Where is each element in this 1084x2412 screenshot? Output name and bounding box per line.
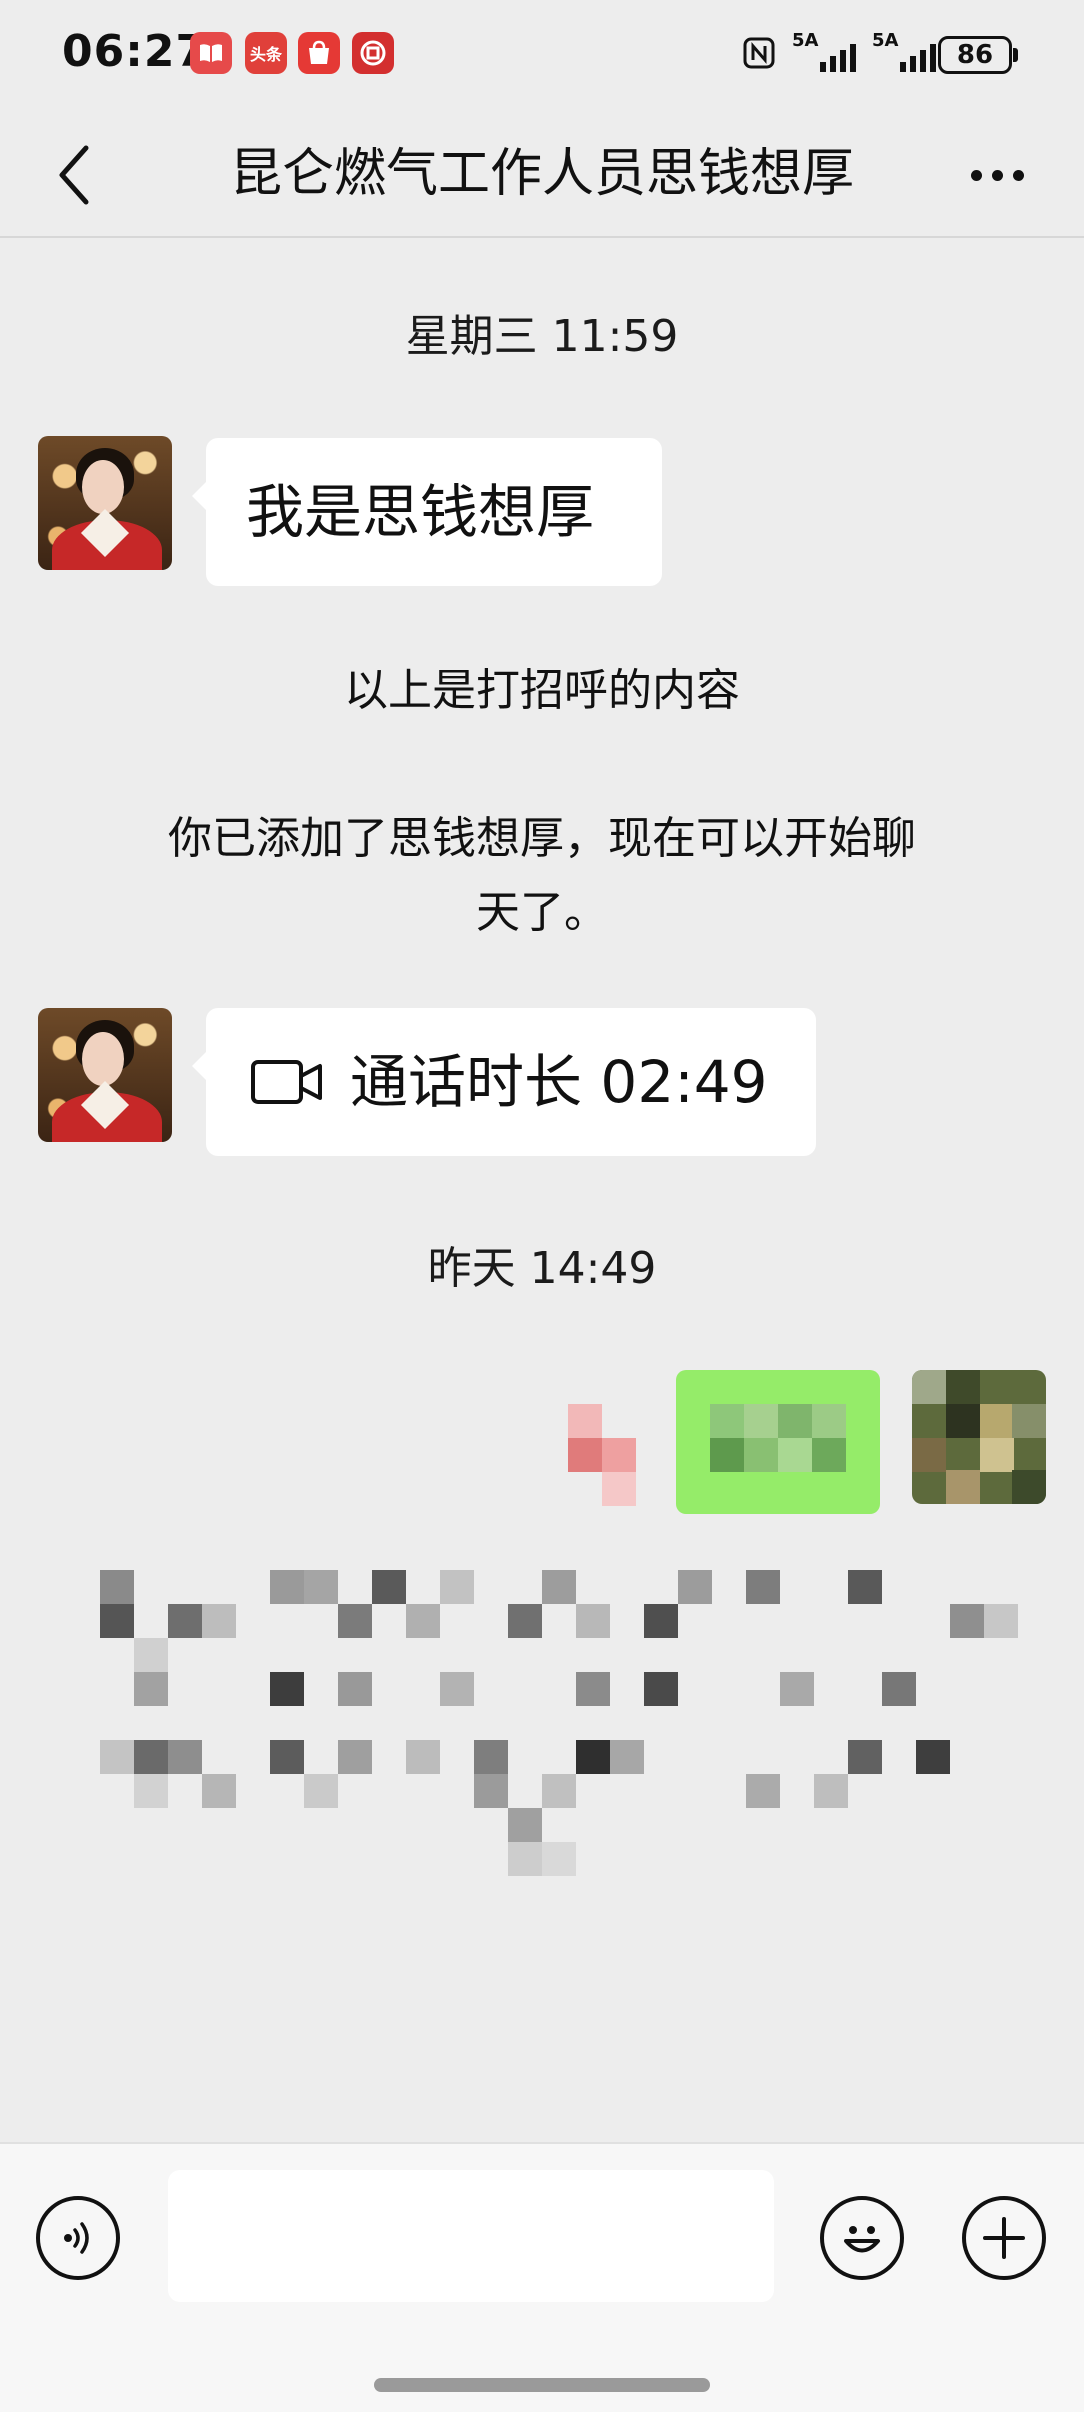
nfc-icon [742, 36, 776, 78]
message-bubble-in[interactable]: 我是思钱想厚 [192, 438, 662, 586]
call-record-bubble[interactable]: 通话时长 02:49 [192, 1008, 816, 1156]
system-notice-added-line1: 你已添加了思钱想厚，现在可以开始聊 [168, 813, 916, 864]
system-notice-greeting: 以上是打招呼的内容 [344, 665, 740, 716]
self-avatar[interactable] [912, 1370, 1046, 1504]
pixelated-system-notice [100, 1570, 1020, 1880]
status-time: 06:27 [62, 26, 208, 77]
home-indicator[interactable] [374, 2378, 710, 2392]
call-duration-text: 通话时长 02:49 [350, 1048, 768, 1116]
contact-avatar[interactable] [38, 1008, 172, 1142]
signal-bars-1 [820, 40, 856, 72]
pixelated-outgoing-message[interactable] [568, 1366, 880, 1518]
contact-avatar[interactable] [38, 436, 172, 570]
plus-icon [983, 2217, 1025, 2259]
app-gallery-icon [298, 32, 340, 74]
more-dots-icon [970, 169, 982, 181]
toutiao-app-icon: 头条 [245, 32, 287, 74]
voice-button[interactable] [36, 2196, 120, 2280]
status-bar: 06:27 头条 5A 5A 86 [0, 0, 1084, 110]
more-dot [991, 169, 1003, 181]
signal-label-1: 5A [792, 30, 819, 51]
system-notice-added-line2: 天了。 [476, 887, 608, 938]
message-input[interactable] [168, 2170, 774, 2302]
voice-icon [64, 2222, 89, 2254]
bank-app-icon [352, 32, 394, 74]
more-button[interactable] [962, 140, 1032, 210]
emoji-icon [844, 2226, 880, 2253]
input-bar [0, 2142, 1084, 2412]
chat-title: 昆仑燃气工作人员思钱想厚 [229, 144, 854, 204]
signal-label-2: 5A [872, 30, 899, 51]
chat-header: 昆仑燃气工作人员思钱想厚 [0, 110, 1084, 238]
battery-tip [1013, 48, 1018, 62]
more-dot [1012, 169, 1024, 181]
back-button[interactable] [44, 140, 104, 210]
timestamp-1: 星期三 11:59 [405, 311, 679, 362]
battery-indicator: 86 [938, 36, 1012, 74]
timestamp-2: 昨天 14:49 [427, 1243, 657, 1294]
signal-bars-2 [900, 40, 936, 72]
plus-button[interactable] [962, 2196, 1046, 2280]
book-app-icon [190, 32, 232, 74]
message-text: 我是思钱想厚 [246, 478, 595, 546]
video-camera-icon [250, 1058, 324, 1110]
emoji-button[interactable] [820, 2196, 904, 2280]
chevron-left-icon [59, 145, 89, 205]
